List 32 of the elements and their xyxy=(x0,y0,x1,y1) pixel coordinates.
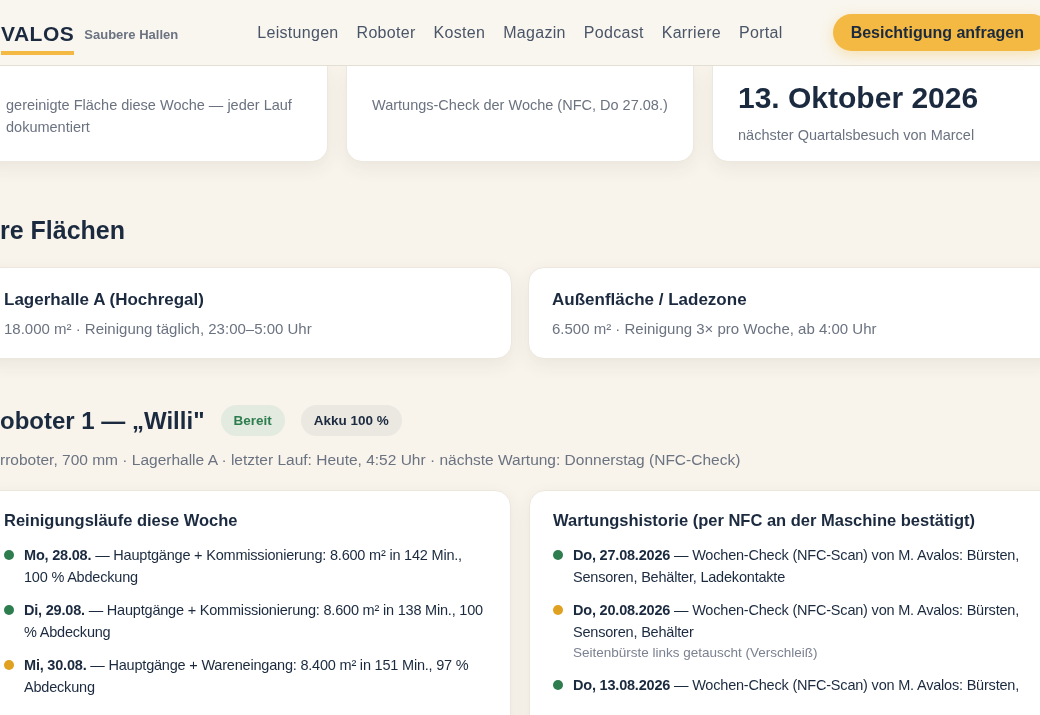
area-name: Lagerhalle A (Hochregal) xyxy=(4,290,205,310)
section-heading: re Flächen xyxy=(0,216,127,245)
area-details: 6.500 m² · Reinigung 3× pro Woche, ab 4:00 Uhr xyxy=(552,320,878,337)
list-entry: Mo, 28.08. — Hauptgänge + Kommissionierung: 8.600 m² in 142 Min., 100 % Abdeckung xyxy=(24,546,463,587)
card-title: Wartungshistorie (per NFC an der Maschine bestätigt) xyxy=(553,511,977,530)
nav-link[interactable]: Portal xyxy=(739,23,783,42)
robot-meta: rroboter, 700 mm · Lagerhalle A · letzter Lauf: Heute, 4:52 Uhr · nächste Wartung: Donnerstag (NFC-Check) xyxy=(0,451,742,469)
nav-link[interactable]: Leistungen xyxy=(257,23,339,42)
nav-link[interactable]: Roboter xyxy=(356,23,416,42)
area-name: Außenfläche / Ladezone xyxy=(552,290,748,310)
status-badge: Bereit xyxy=(220,405,285,436)
list-entry: Di, 29.08. — Hauptgänge + Kommissionierung: 8.600 m² in 138 Min., 100 % Abdeckung xyxy=(24,601,484,642)
list-entry: Do, 13.08.2026 — Wochen-Check (NFC-Scan) von M. Avalos: Bürsten, xyxy=(573,676,1020,695)
area-details: 18.000 m² · Reinigung täglich, 23:00–5:00 Uhr xyxy=(4,320,313,337)
nav-link[interactable]: Magazin xyxy=(503,23,566,42)
stat-description: Wartungs-Check der Woche (NFC, Do 27.08.) xyxy=(372,96,669,115)
list-entry: Mi, 30.08. — Hauptgänge + Wareneingang: 8.400 m² in 151 Min., 97 % Abdeckung xyxy=(24,656,470,697)
stat-description: nächster Quartalsbesuch von Marcel xyxy=(738,126,976,145)
tagline: Saubere Hallen xyxy=(84,27,179,42)
nav-link[interactable]: Karriere xyxy=(661,23,721,42)
list-entry: Do, 20.08.2026 — Wochen-Check (NFC-Scan) von M. Avalos: Bürsten, Sensoren, Behälter xyxy=(573,601,1021,642)
cta-button[interactable]: Besichtigung anfragen xyxy=(832,14,1040,51)
list-entry: Do, 27.08.2026 — Wochen-Check (NFC-Scan) von M. Avalos: Bürsten, Sensoren, Behälter, Ladekontakte xyxy=(573,546,1021,587)
card-title: Reinigungsläufe diese Woche xyxy=(4,511,239,530)
nav-link[interactable]: Podcast xyxy=(583,23,644,42)
logo[interactable]: VALOS xyxy=(1,15,75,55)
robot-title: oboter 1 — „Willi" xyxy=(0,406,205,435)
stat-value: 13. Oktober 2026 xyxy=(738,82,980,114)
nav-link[interactable]: Kosten xyxy=(433,23,486,42)
battery-badge: Akku 100 % xyxy=(300,405,402,436)
entry-note: Seitenbürste links getauscht (Verschleiß) xyxy=(573,644,819,662)
stat-description: gereinigte Fläche diese Woche — jeder Lauf dokumentiert xyxy=(6,96,293,137)
